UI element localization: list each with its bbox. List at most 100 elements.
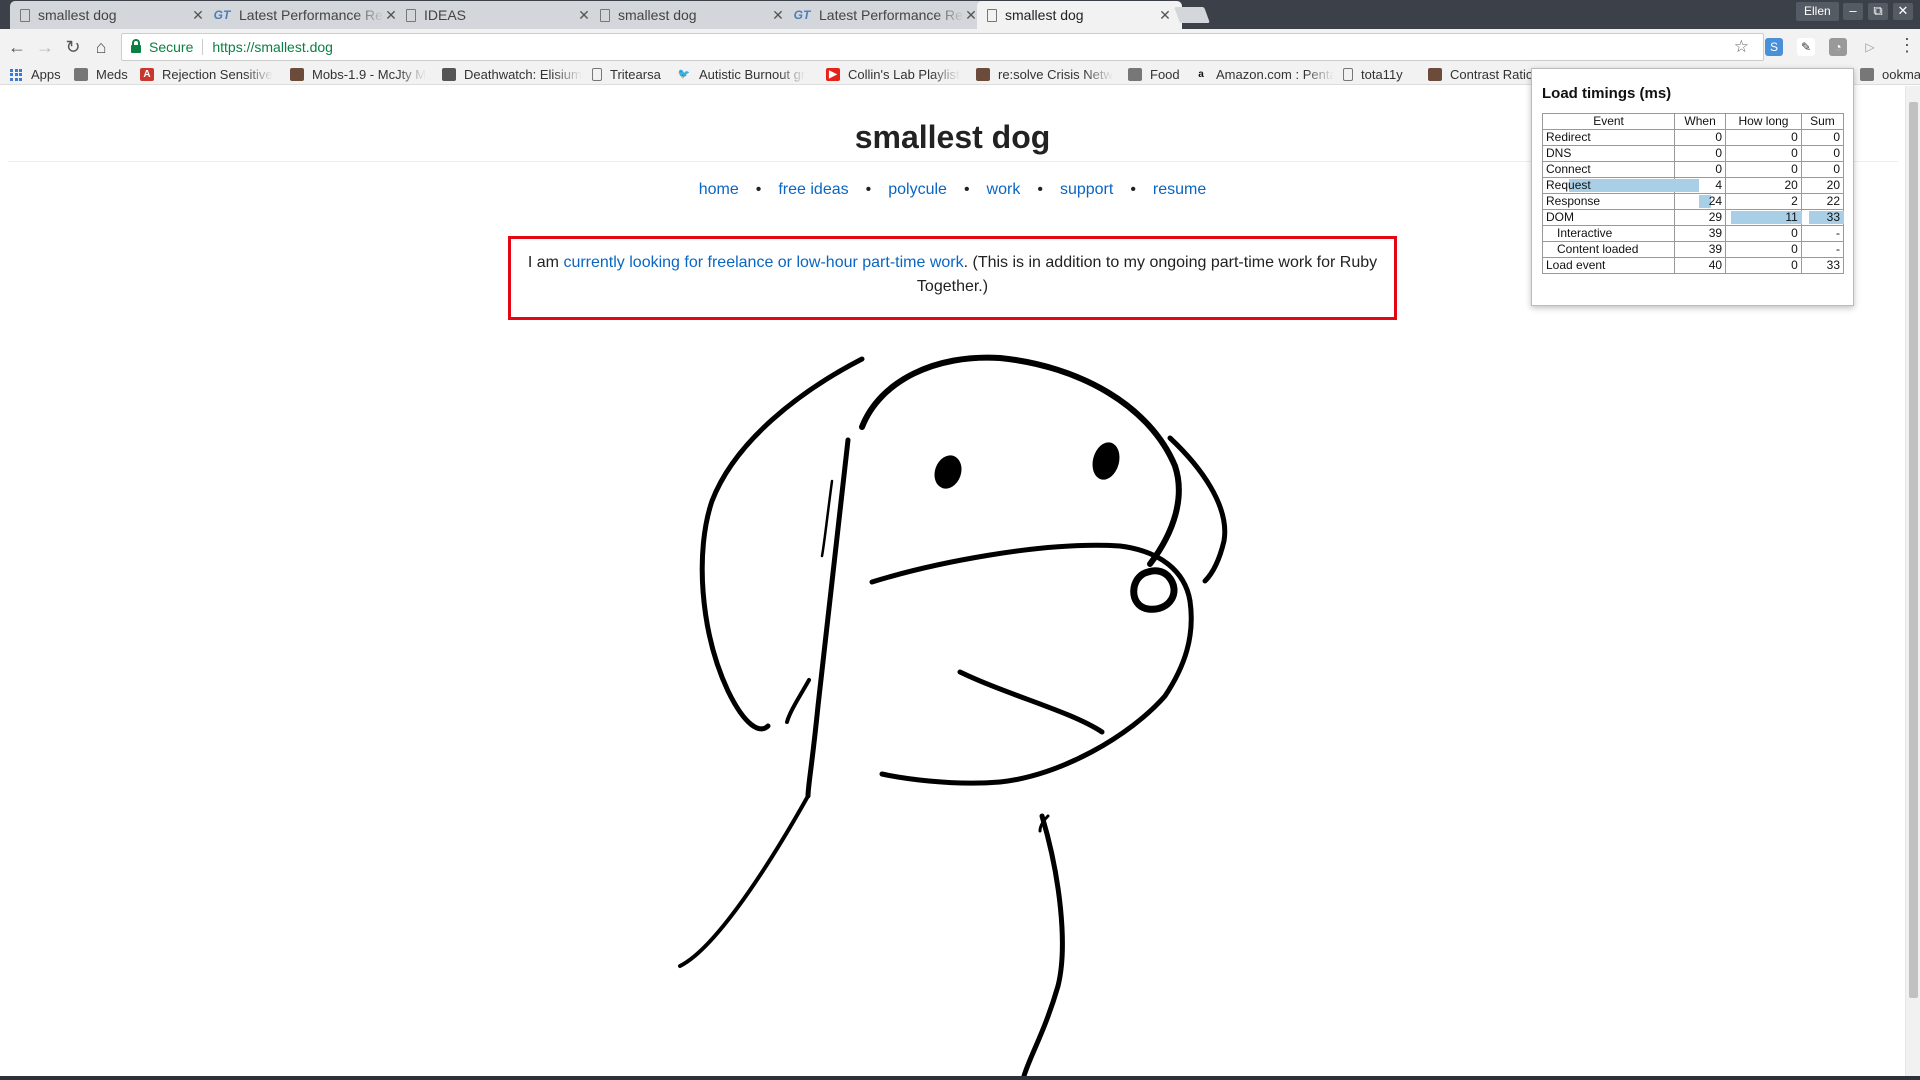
tab-title: smallest dog — [618, 7, 697, 23]
cell-event: DOM — [1541, 209, 1676, 226]
bookmark-item[interactable]: Apps — [10, 67, 61, 82]
cell-sum: 22 — [1800, 193, 1845, 210]
close-tab-icon[interactable]: ✕ — [577, 7, 591, 24]
bookmark-item[interactable]: re:solve Crisis Netw — [976, 67, 1113, 82]
close-tab-icon[interactable]: ✕ — [1158, 7, 1172, 24]
bookmark-label: Collin's Lab Playlist — [848, 67, 960, 82]
scrollbar-thumb[interactable] — [1909, 102, 1918, 998]
cell-text: Content loaded — [1557, 242, 1639, 256]
cell-text: DOM — [1546, 210, 1574, 224]
bookmark-item[interactable]: ▶ Collin's Lab Playlist — [826, 67, 960, 82]
cell-text: 29 — [1708, 210, 1723, 224]
load-timings-popup: Load timings (ms) Event When How long Sum R… — [1531, 68, 1854, 306]
bookmark-item[interactable]: Tritearsa — [592, 67, 661, 82]
extension-s-icon[interactable]: S — [1765, 38, 1783, 56]
bookmark-label: Amazon.com : Penta — [1216, 67, 1334, 82]
address-bar[interactable]: Secure https://smallest.dog ☆ — [121, 33, 1764, 61]
cell-when: 0 — [1674, 129, 1727, 146]
table-row: Response 24 2 22 — [1541, 193, 1845, 210]
cell-text: 0 — [1791, 162, 1798, 176]
cell-text: 0 — [1791, 226, 1798, 240]
tab-title: Latest Performance Re — [239, 7, 383, 23]
cell-text: 0 — [1791, 146, 1798, 160]
cube-icon — [442, 68, 456, 81]
back-icon[interactable]: ← — [5, 35, 29, 59]
bookmark-label: Rejection Sensitive — [162, 67, 273, 82]
bookmark-label: ookmarks — [1882, 67, 1920, 82]
reload-icon[interactable]: ↻ — [61, 35, 85, 59]
cell-text: 0 — [1833, 146, 1840, 160]
cell-text: Redirect — [1546, 130, 1591, 144]
bookmark-item[interactable]: Meds — [74, 67, 128, 82]
home-icon[interactable]: ⌂ — [89, 35, 113, 59]
browser-tab[interactable]: GT Latest Performance Re ✕ — [203, 1, 408, 29]
close-window-icon[interactable]: ✕ — [1893, 3, 1913, 20]
cell-when: 29 — [1674, 209, 1727, 226]
bookmark-item[interactable]: ookmarks — [1860, 67, 1920, 82]
cell-when: 0 — [1674, 145, 1727, 162]
browser-tab[interactable]: IDEAS ✕ — [396, 1, 601, 29]
bookmark-item[interactable]: Contrast Ratio — [1428, 67, 1533, 82]
close-tab-icon[interactable]: ✕ — [964, 7, 978, 24]
load-timer-extension-icon[interactable]: ◔ — [1829, 38, 1847, 56]
cell-when: 0 — [1674, 161, 1727, 178]
youtube-icon: ▶ — [826, 68, 840, 81]
cell-how-long: 11 — [1725, 209, 1803, 226]
document-icon — [1343, 68, 1353, 81]
extension-eyedropper-icon[interactable]: ✎ — [1797, 38, 1815, 56]
browser-tab[interactable]: smallest dog ✕ — [590, 1, 795, 29]
bookmark-star-icon[interactable]: ☆ — [1734, 37, 1749, 57]
bookmark-label: Meds — [96, 67, 128, 82]
lock-icon — [131, 39, 141, 53]
column-header: How long — [1725, 113, 1802, 130]
profile-button[interactable]: Ellen — [1796, 2, 1839, 21]
restore-icon[interactable]: ⧉ — [1868, 3, 1888, 20]
forward-icon[interactable]: → — [33, 35, 57, 59]
cell-text: 33 — [1826, 258, 1840, 272]
cell-event: Connect — [1541, 161, 1676, 178]
extension-play-icon[interactable]: ▷ — [1861, 38, 1879, 56]
cell-text: 20 — [1784, 178, 1798, 192]
cell-text: - — [1836, 226, 1840, 240]
bookmark-item[interactable]: Mobs-1.9 - McJty M — [290, 67, 426, 82]
popup-title: Load timings (ms) — [1542, 85, 1672, 102]
browser-menu-icon[interactable]: ⋮ — [1898, 35, 1916, 56]
cell-when: 40 — [1674, 257, 1727, 274]
browser-tab[interactable]: GT Latest Performance Re ✕ — [783, 1, 988, 29]
site-icon — [290, 68, 304, 81]
cell-text: 39 — [1708, 242, 1723, 256]
cell-how-long: 20 — [1725, 177, 1802, 194]
cell-event: DNS — [1541, 145, 1676, 162]
load-timings-table: Event When How long Sum Redirect 0 0 0 DNS 0 0 0 Co… — [1541, 113, 1845, 274]
new-tab-button[interactable] — [1174, 7, 1210, 23]
cell-sum: - — [1800, 241, 1845, 258]
bookmark-label: re:solve Crisis Netw — [998, 67, 1113, 82]
cell-how-long: 2 — [1725, 193, 1802, 210]
cell-text: 0 — [1833, 130, 1840, 144]
timing-bar — [1675, 179, 1699, 192]
cell-text: 0 — [1715, 162, 1723, 176]
bookmark-item[interactable]: Deathwatch: Elisium — [442, 67, 582, 82]
cell-text: Response — [1546, 194, 1601, 208]
bookmark-item[interactable]: 🐦 Autistic Burnout gr — [677, 67, 805, 82]
column-header: Event — [1541, 113, 1676, 130]
a-icon: A — [140, 68, 154, 81]
cell-how-long: 0 — [1725, 145, 1802, 162]
bookmark-item[interactable]: a Amazon.com : Penta — [1194, 67, 1334, 82]
document-icon — [592, 68, 602, 81]
bookmark-item[interactable]: A Rejection Sensitive — [140, 67, 273, 82]
cell-text: 24 — [1708, 194, 1723, 208]
browser-tab[interactable]: smallest dog ✕ — [977, 1, 1182, 29]
page-scrollbar[interactable] — [1905, 86, 1920, 1076]
cell-text: 0 — [1791, 130, 1798, 144]
bookmark-item[interactable]: tota11y — [1343, 67, 1403, 82]
bookmark-item[interactable]: Food — [1128, 67, 1180, 82]
browser-tab[interactable]: smallest dog ✕ — [10, 1, 215, 29]
url-text[interactable]: https://smallest.dog — [203, 39, 333, 55]
table-row: Redirect 0 0 0 — [1541, 129, 1845, 146]
cell-text: 20 — [1826, 178, 1840, 192]
bookmark-label: Deathwatch: Elisium — [464, 67, 582, 82]
minimize-icon[interactable]: – — [1843, 3, 1863, 20]
bookmark-label: Mobs-1.9 - McJty M — [312, 67, 427, 82]
folder-icon — [1128, 68, 1142, 81]
